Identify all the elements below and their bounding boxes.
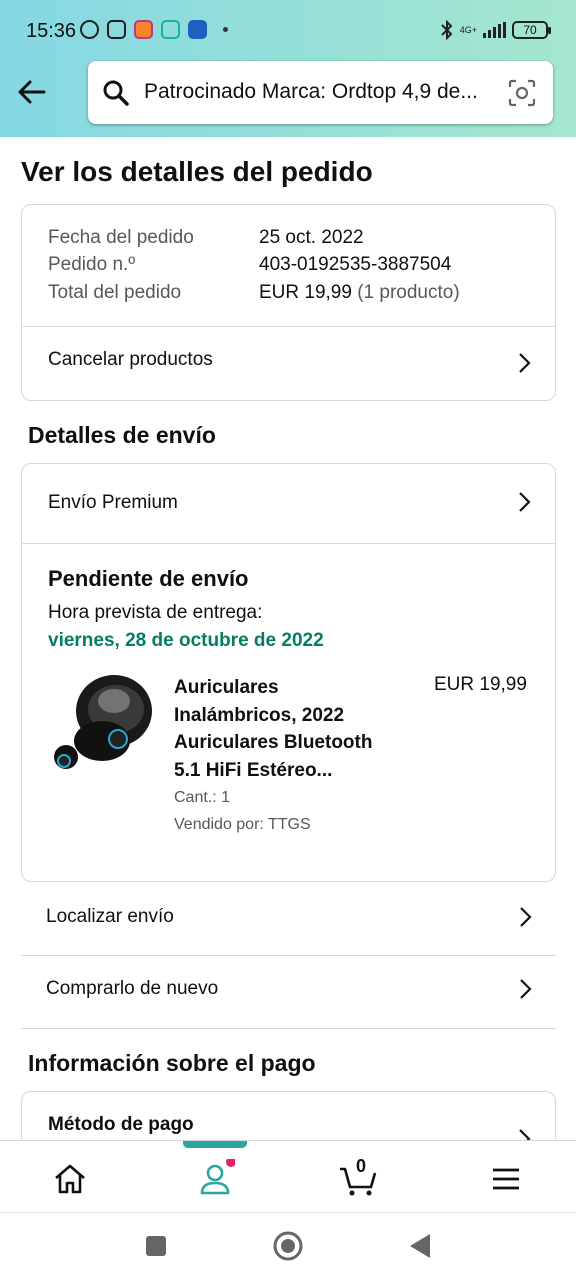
delivery-estimate-date: viernes, 28 de octubre de 2022 xyxy=(48,630,324,651)
menu-icon[interactable] xyxy=(486,1159,526,1199)
product-image[interactable] xyxy=(44,671,154,781)
product-title[interactable]: Auriculares Inalámbricos, 2022 Auricular… xyxy=(174,674,399,784)
square-nav-icon[interactable] xyxy=(145,1235,167,1257)
order-number-value: 403-0192535-3887504 xyxy=(259,254,452,275)
notification-icons xyxy=(80,20,228,39)
product-seller: Vendido por: TTGS xyxy=(174,816,311,833)
track-shipment-label: Localizar envío xyxy=(46,906,174,927)
page-title: Ver los detalles del pedido xyxy=(21,156,373,187)
payment-section-title: Información sobre el pago xyxy=(28,1050,316,1076)
payment-method-label: Método de pago xyxy=(48,1114,194,1135)
status-time: 15:36 xyxy=(26,20,77,42)
status-bar: 15:36 4G+ 70 xyxy=(0,0,576,60)
app-notification-icon xyxy=(161,20,180,39)
track-shipment-row[interactable]: Localizar envío xyxy=(21,883,556,955)
signal-icon xyxy=(483,22,506,38)
order-summary-card: Fecha del pedido 25 oct. 2022 Pedido n.º… xyxy=(21,204,556,401)
shipping-card: Envío Premium Pendiente de envío Hora pr… xyxy=(21,463,556,882)
account-icon[interactable] xyxy=(195,1159,235,1199)
search-bar[interactable]: Patrocinado Marca: Ordtop 4,9 de... xyxy=(88,61,553,124)
order-total-count: (1 producto) xyxy=(357,282,460,303)
network-type: 4G+ xyxy=(459,24,477,35)
circle-nav-icon[interactable] xyxy=(272,1230,304,1262)
shipping-section-title: Detalles de envío xyxy=(28,422,216,448)
bottom-nav xyxy=(0,1140,576,1212)
battery-icon: 70 xyxy=(512,21,551,39)
search-icon xyxy=(103,80,129,106)
app-header: 15:36 4G+ 70 Patrocinado Marca: Ordtop 4… xyxy=(0,0,576,137)
order-date-value: 25 oct. 2022 xyxy=(259,227,364,248)
shipping-method-label: Envío Premium xyxy=(48,492,178,513)
shipment-status: Pendiente de envío xyxy=(48,566,249,591)
buy-again-label: Comprarlo de nuevo xyxy=(46,978,219,999)
product-price: EUR 19,99 xyxy=(434,674,527,695)
alarm-icon xyxy=(80,20,99,39)
divider xyxy=(21,1028,556,1029)
instagram-icon xyxy=(134,20,153,39)
cancel-products-label: Cancelar productos xyxy=(48,349,213,370)
order-total-value: EUR 19,99 xyxy=(259,282,352,303)
home-icon[interactable] xyxy=(50,1159,90,1199)
divider xyxy=(22,543,555,544)
active-tab-indicator xyxy=(183,1141,247,1148)
order-date-label: Fecha del pedido xyxy=(48,227,194,248)
chevron-right-icon xyxy=(520,907,532,927)
system-nav-bar xyxy=(0,1212,576,1280)
chevron-right-icon xyxy=(519,492,531,512)
bluetooth-icon xyxy=(441,20,453,40)
cart-count: 0 xyxy=(356,1156,367,1176)
order-total-label: Total del pedido xyxy=(48,282,182,303)
delivery-estimate-label: Hora prevista de entrega: xyxy=(48,602,263,623)
chevron-right-icon xyxy=(519,353,531,373)
more-notifications-dot xyxy=(223,27,228,32)
back-arrow-icon[interactable] xyxy=(16,76,48,108)
triangle-back-nav-icon[interactable] xyxy=(408,1233,432,1259)
camera-scan-icon[interactable] xyxy=(507,78,537,108)
chevron-right-icon xyxy=(520,979,532,999)
status-right: 4G+ 70 xyxy=(440,20,551,40)
order-number-label: Pedido n.º xyxy=(48,254,136,275)
nfc-icon xyxy=(107,20,126,39)
app-blue-icon xyxy=(188,20,207,39)
buy-again-row[interactable]: Comprarlo de nuevo xyxy=(21,956,556,1028)
product-quantity: Cant.: 1 xyxy=(174,789,231,806)
shipping-method-row[interactable]: Envío Premium xyxy=(22,464,555,543)
order-total: EUR 19,99 (1 producto) xyxy=(259,282,460,304)
search-input[interactable]: Patrocinado Marca: Ordtop 4,9 de... xyxy=(144,80,504,104)
cancel-products-row[interactable]: Cancelar productos xyxy=(22,327,555,401)
